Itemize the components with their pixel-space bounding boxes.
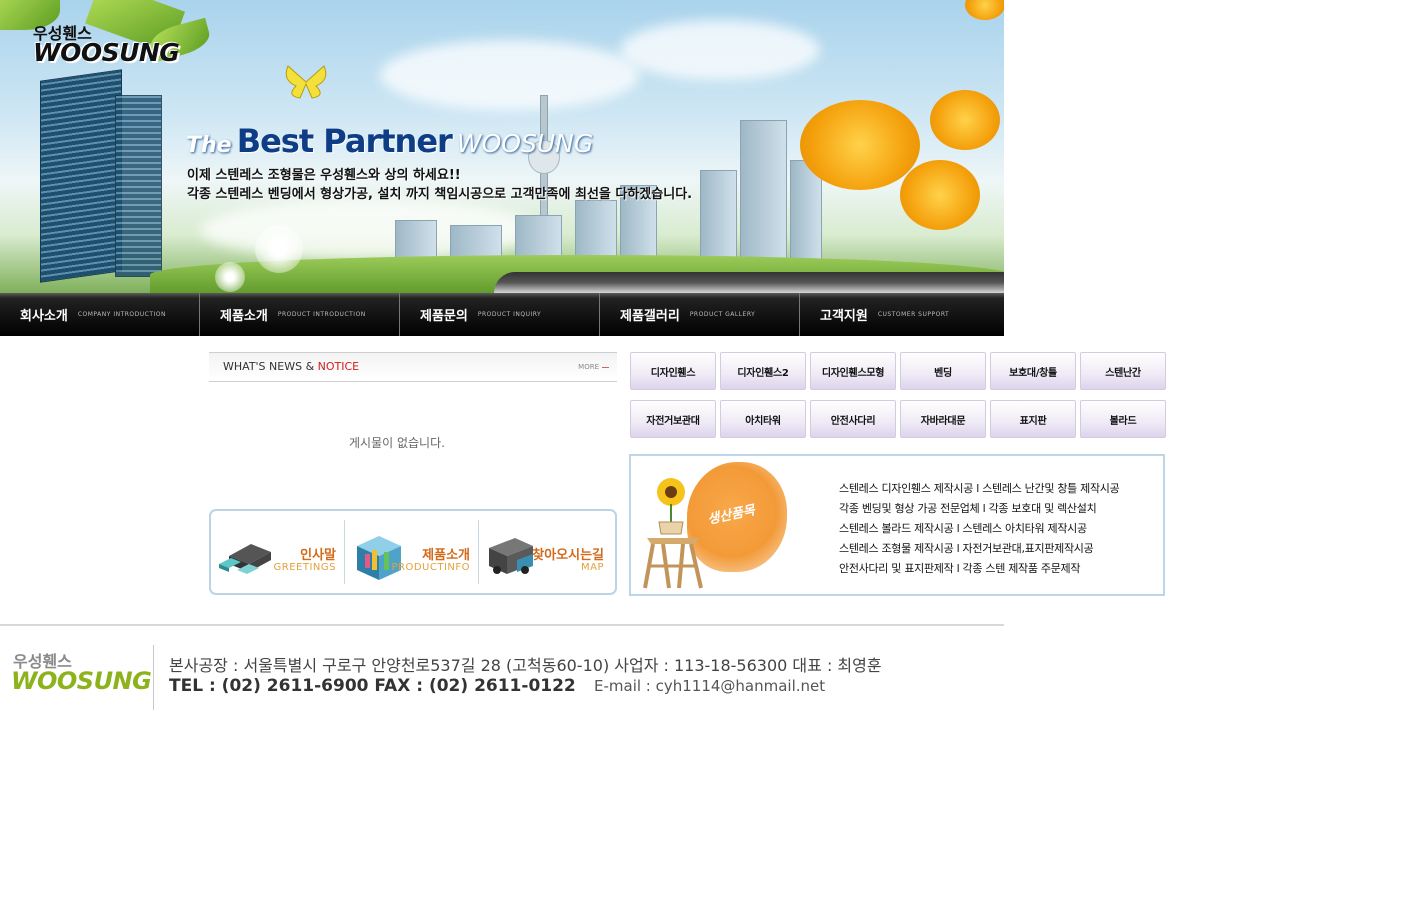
- butterfly-image: [282, 62, 330, 102]
- nav-item-support[interactable]: 고객지원 CUSTOMER SUPPORT: [800, 293, 1000, 336]
- quick-link-sublabel: GREETINGS: [273, 562, 336, 573]
- dandelion-image: [255, 225, 303, 273]
- nav-label: 고객지원: [820, 309, 868, 324]
- category-button-bollard[interactable]: 볼라드: [1080, 400, 1166, 438]
- nav-label: 회사소개: [20, 309, 68, 324]
- category-button-guard-frame[interactable]: 보호대/창틀: [990, 352, 1076, 390]
- poppy-flower-image: [900, 160, 980, 230]
- category-button-design-fence[interactable]: 디자인휀스: [630, 352, 716, 390]
- nav-sublabel: COMPANY INTRODUCTION: [77, 311, 166, 318]
- nav-label: 제품문의: [420, 309, 468, 324]
- quick-link-label: 인사말: [300, 548, 336, 563]
- dandelion-image: [215, 262, 245, 292]
- nav-sublabel: PRODUCT INTRODUCTION: [277, 311, 366, 318]
- cloud-decoration: [620, 20, 820, 80]
- product-display-icon: [357, 536, 401, 580]
- category-button-bicycle-rack[interactable]: 자전거보관대: [630, 400, 716, 438]
- glass-tower-image: [40, 69, 122, 283]
- glass-tower-image: [115, 95, 162, 277]
- footer-phone-fax: TEL : (02) 2611-6900 FAX : (02) 2611-012…: [169, 676, 576, 696]
- nav-sublabel: PRODUCT INQUIRY: [477, 311, 542, 318]
- banner-tagline: The Best Partner WOOSUNG: [186, 122, 593, 160]
- nav-item-product[interactable]: 제품소개 PRODUCT INTRODUCTION: [200, 293, 400, 336]
- category-button-arch-tower[interactable]: 아치타워: [720, 400, 806, 438]
- news-notice-title: WHAT'S NEWS & NOTICE: [223, 360, 359, 373]
- footer-logo-english: WOOSUNG: [11, 667, 152, 695]
- category-button-design-fence-2[interactable]: 디자인휀스2: [720, 352, 806, 390]
- tagline-the: The: [186, 133, 232, 158]
- banner-slogan-line1: 이제 스텐레스 조형물은 우성휀스와 상의 하세요!!: [187, 168, 461, 183]
- cloud-decoration: [380, 40, 640, 110]
- road-image: [494, 272, 1004, 293]
- quick-link-sublabel: PRODUCTINFO: [391, 562, 470, 573]
- category-button-bending[interactable]: 벤딩: [900, 352, 986, 390]
- header-banner: 우성휀스 WOOSUNG The Best Partner WOOSUNG 이제…: [0, 0, 1004, 293]
- footer-divider: [0, 624, 1004, 626]
- product-line: 각종 벤딩및 형상 가공 전문업체 l 각종 보호대 및 렉산설치: [839, 502, 1097, 515]
- nav-item-gallery[interactable]: 제품갤러리 PRODUCT GALLERY: [600, 293, 800, 336]
- nav-sublabel: PRODUCT GALLERY: [689, 311, 756, 318]
- nav-sublabel: CUSTOMER SUPPORT: [877, 311, 950, 318]
- category-button-design-fence-model[interactable]: 디자인휀스모형: [810, 352, 896, 390]
- product-line: 스텐레스 조형물 제작시공 l 자전거보관대,표지판제작시공: [839, 542, 1094, 555]
- category-button-stainless-railing[interactable]: 스텐난간: [1080, 352, 1166, 390]
- main-nav: 회사소개 COMPANY INTRODUCTION 제품소개 PRODUCT I…: [0, 293, 1004, 336]
- tagline-woosung: WOOSUNG: [456, 129, 594, 158]
- quick-links-panel: 인사말 GREETINGS 제품소개 PRODUCTINFO 찾아오시는길 MA…: [209, 509, 617, 595]
- category-button-safety-ladder[interactable]: 안전사다리: [810, 400, 896, 438]
- nav-label: 제품갤러리: [620, 309, 680, 324]
- poppy-flower-image: [965, 0, 1004, 20]
- poppy-flower-image: [930, 90, 1000, 150]
- quick-link-greetings[interactable]: 인사말 GREETINGS: [211, 520, 344, 584]
- product-line: 안전사다리 및 표지판제작 l 각종 스텐 제작품 주문제작: [839, 562, 1081, 575]
- tagline-best-partner: Best Partner: [236, 122, 453, 160]
- news-more-link[interactable]: MORE: [578, 363, 609, 371]
- nav-label: 제품소개: [220, 309, 268, 324]
- sofa-icon: [219, 544, 271, 574]
- sunflower-stool-image: [643, 478, 703, 589]
- quick-link-label: 찾아오시는길: [532, 548, 604, 563]
- building-image: [740, 120, 787, 272]
- news-notice-header: WHAT'S NEWS & NOTICE MORE: [209, 352, 617, 382]
- quick-link-sublabel: MAP: [581, 562, 604, 573]
- product-line: 스텐레스 볼라드 제작시공 l 스텐레스 아치타워 제작시공: [839, 522, 1087, 535]
- news-title-prefix: WHAT'S NEWS &: [223, 360, 318, 373]
- nav-item-company[interactable]: 회사소개 COMPANY INTRODUCTION: [0, 293, 200, 336]
- nav-item-inquiry[interactable]: 제품문의 PRODUCT INQUIRY: [400, 293, 600, 336]
- quick-link-productinfo[interactable]: 제품소개 PRODUCTINFO: [344, 520, 478, 584]
- news-title-notice: NOTICE: [317, 360, 360, 373]
- truck-icon: [489, 538, 533, 574]
- logo-english[interactable]: WOOSUNG: [33, 38, 180, 67]
- footer-email: E-mail : cyh1114@hanmail.net: [594, 677, 826, 695]
- footer-separator: [153, 645, 154, 710]
- footer-address: 본사공장 : 서울특별시 구로구 안양천로537길 28 (고척동60-10) …: [169, 656, 882, 675]
- banner-slogan-line2: 각종 스텐레스 벤딩에서 형상가공, 설치 까지 책임시공으로 고객만족에 최선…: [187, 187, 693, 202]
- category-button-signboard[interactable]: 표지판: [990, 400, 1076, 438]
- quick-link-map[interactable]: 찾아오시는길 MAP: [478, 520, 612, 584]
- products-panel: 생산품목 스텐레스 디자인휀스 제작시공 l 스텐레스 난간및 창틀 제작시공 …: [629, 454, 1165, 596]
- product-line: 스텐레스 디자인휀스 제작시공 l 스텐레스 난간및 창틀 제작시공: [839, 482, 1120, 495]
- news-empty-message: 게시물이 없습니다.: [349, 436, 445, 450]
- quick-link-label: 제품소개: [422, 548, 470, 563]
- poppy-flower-image: [800, 100, 920, 190]
- category-button-folding-gate[interactable]: 자바라대문: [900, 400, 986, 438]
